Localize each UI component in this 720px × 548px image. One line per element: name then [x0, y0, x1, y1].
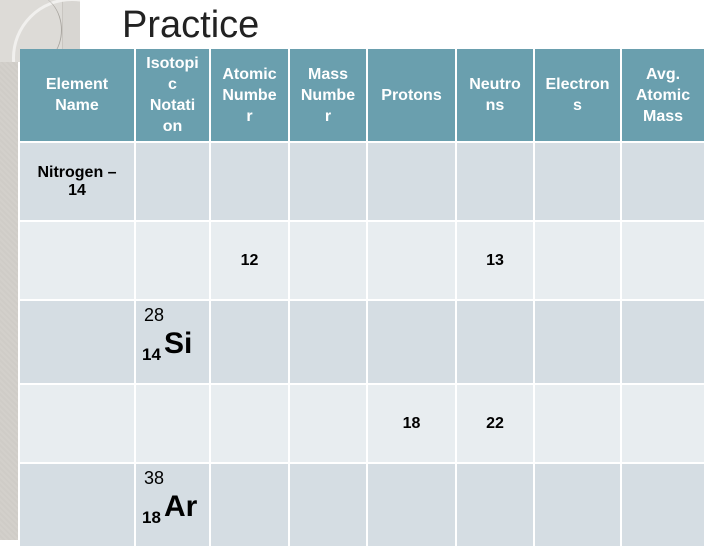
- cell-electrons[interactable]: [535, 385, 620, 462]
- cell-electrons[interactable]: [535, 222, 620, 299]
- table-row: 38 18 Ar: [20, 464, 704, 546]
- isotope-symbol: Si: [164, 327, 193, 360]
- cell-protons[interactable]: [368, 464, 455, 546]
- header-label-line: Name: [55, 97, 99, 114]
- isotope-atomic-number: 18: [142, 508, 161, 527]
- cell-avg-atomic-mass[interactable]: [622, 143, 704, 220]
- header-label-line: Atomic: [222, 65, 277, 83]
- header-label-line: Notati: [149, 97, 196, 114]
- header-element-name: Element Name: [20, 49, 134, 141]
- cell-atomic-number[interactable]: [211, 143, 288, 220]
- cell-avg-atomic-mass[interactable]: [622, 385, 704, 462]
- isotope-mass-number: 28: [144, 305, 165, 325]
- header-neutrons: Neutro ns: [457, 49, 533, 141]
- header-avg-atomic-mass: Avg. Atomic Mass: [622, 49, 704, 141]
- cell-mass-number[interactable]: [290, 301, 366, 383]
- cell-element-name[interactable]: [20, 222, 134, 299]
- header-label-line: r: [324, 107, 332, 125]
- isotope-mass-number: 38: [144, 468, 165, 488]
- header-label-line: c: [168, 76, 177, 93]
- isotope-symbol: Ar: [164, 490, 198, 523]
- cell-mass-number[interactable]: [290, 464, 366, 546]
- header-label-line: s: [573, 97, 582, 114]
- cell-atomic-number[interactable]: 12: [211, 222, 288, 299]
- cell-protons[interactable]: 18: [368, 385, 455, 462]
- table-row: 18 22: [20, 385, 704, 462]
- practice-table: Element Name Isotopi c Notati on Atomic Numbe…: [18, 47, 706, 548]
- cell-mass-number[interactable]: [290, 385, 366, 462]
- decorative-left-strip: [0, 0, 18, 540]
- cell-element-name[interactable]: Nitrogen –14: [20, 143, 134, 220]
- cell-protons[interactable]: [368, 222, 455, 299]
- header-mass-number: Mass Numbe r: [290, 49, 366, 141]
- header-isotopic-notation: Isotopi c Notati on: [136, 49, 209, 141]
- cell-atomic-number[interactable]: [211, 385, 288, 462]
- header-label-line: Numbe: [300, 86, 356, 104]
- cell-neutrons[interactable]: [457, 143, 533, 220]
- cell-mass-number[interactable]: [290, 143, 366, 220]
- cell-electrons[interactable]: [535, 464, 620, 546]
- header-electrons: Electron s: [535, 49, 620, 141]
- cell-isotopic-notation[interactable]: [136, 222, 209, 299]
- cell-electrons[interactable]: [535, 301, 620, 383]
- cell-avg-atomic-mass[interactable]: [622, 222, 704, 299]
- cell-isotopic-notation[interactable]: 28 14 Si: [136, 301, 209, 383]
- cell-atomic-number[interactable]: [211, 301, 288, 383]
- isotope-atomic-number: 14: [142, 345, 161, 364]
- cell-protons[interactable]: [368, 143, 455, 220]
- cell-value: 12: [240, 251, 259, 269]
- cell-isotopic-notation[interactable]: [136, 385, 209, 462]
- cell-element-name[interactable]: [20, 464, 134, 546]
- cell-isotopic-notation[interactable]: [136, 143, 209, 220]
- cell-atomic-number[interactable]: [211, 464, 288, 546]
- table-row: 28 14 Si: [20, 301, 704, 383]
- header-label-line: Neutro: [469, 76, 521, 93]
- header-label-line: Isotopi: [146, 55, 199, 72]
- cell-neutrons[interactable]: 13: [457, 222, 533, 299]
- cell-neutrons[interactable]: [457, 301, 533, 383]
- header-label-line: on: [162, 118, 183, 135]
- cell-electrons[interactable]: [535, 143, 620, 220]
- isotope-notation: 28 14 Si: [136, 301, 206, 378]
- header-label-line: Atomic: [635, 86, 691, 104]
- cell-value: 13: [486, 251, 504, 269]
- cell-mass-number[interactable]: [290, 222, 366, 299]
- header-atomic-number: Atomic Numbe r: [211, 49, 288, 141]
- header-label-line: Mass: [642, 107, 684, 125]
- cell-text-line: 14: [68, 181, 86, 199]
- slide-title: Practice: [122, 4, 260, 46]
- header-row: Element Name Isotopi c Notati on Atomic Numbe…: [20, 49, 704, 141]
- header-label-line: ns: [485, 97, 505, 114]
- isotope-notation: 38 18 Ar: [136, 464, 206, 541]
- header-label-line: Mass: [307, 65, 349, 83]
- cell-text-line: Nitrogen –: [37, 163, 117, 181]
- cell-value: 18: [402, 414, 421, 432]
- header-label-line: Element: [45, 76, 109, 93]
- cell-value: 22: [486, 414, 504, 432]
- cell-element-name[interactable]: [20, 301, 134, 383]
- header-label-line: Electron: [545, 76, 610, 93]
- cell-avg-atomic-mass[interactable]: [622, 301, 704, 383]
- cell-neutrons[interactable]: [457, 464, 533, 546]
- header-protons: Protons: [368, 49, 455, 141]
- cell-protons[interactable]: [368, 301, 455, 383]
- header-label-line: Protons: [381, 86, 442, 104]
- cell-element-name[interactable]: [20, 385, 134, 462]
- header-label-line: r: [246, 107, 253, 125]
- table-row: 12 13: [20, 222, 704, 299]
- cell-avg-atomic-mass[interactable]: [622, 464, 704, 546]
- cell-isotopic-notation[interactable]: 38 18 Ar: [136, 464, 209, 546]
- header-label-line: Avg.: [645, 65, 681, 83]
- header-label-line: Numbe: [222, 86, 277, 104]
- table-row: Nitrogen –14: [20, 143, 704, 220]
- cell-neutrons[interactable]: 22: [457, 385, 533, 462]
